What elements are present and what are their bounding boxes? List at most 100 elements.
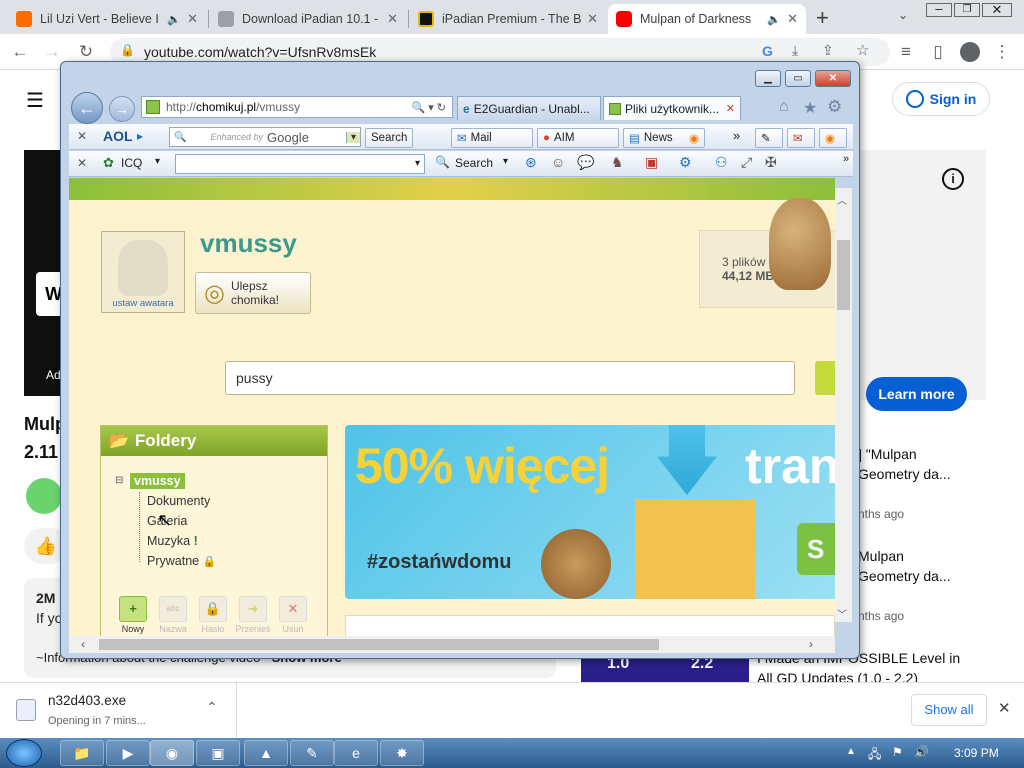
toolbar-tool-icon[interactable]: ✎ <box>755 128 783 148</box>
folder-item[interactable]: Muzyka ! <box>147 534 198 548</box>
ie-taskbar-icon[interactable]: e <box>334 740 378 766</box>
browser-tab-1[interactable]: Lil Uzi Vert - Believe I 🔈 ✕ <box>8 4 206 34</box>
more-chevron[interactable]: » <box>843 153 849 165</box>
search-input[interactable]: pussy <box>225 361 795 395</box>
aim-button[interactable]: ● AIM <box>537 128 619 148</box>
dropdown-arrow-icon[interactable]: ▾ <box>155 156 160 167</box>
menu-kebab-icon[interactable]: ⋮ <box>990 40 1014 64</box>
share-icon[interactable]: ⇪ <box>822 42 834 59</box>
chrome-taskbar-icon[interactable]: ◉ <box>150 740 194 766</box>
close-icon[interactable]: ✕ <box>998 699 1011 717</box>
app-taskbar-icon[interactable]: ▣ <box>196 740 240 766</box>
toolbar-mail-icon[interactable]: ✉ <box>787 128 815 148</box>
ie-window[interactable]: ▁ ▭ ✕ ← → http://chomikuj.pl/vmussy 🔍 ▾ … <box>60 61 860 659</box>
gift-icon[interactable]: ▣ <box>645 154 658 171</box>
folder-root[interactable]: vmussy <box>130 473 185 489</box>
promo-banner[interactable]: 50% więcej tran #zostańwdomu S <box>345 425 835 599</box>
recommended-item-2[interactable]: Mulpan Geometry da... nths ago <box>858 546 951 626</box>
ie-minimize-button[interactable]: ▁ <box>755 70 781 87</box>
scroll-right-icon[interactable]: › <box>809 637 813 651</box>
tree-collapse-icon[interactable]: ⊟ <box>115 475 123 486</box>
search-icon[interactable]: 🔍 ▾ ↻ <box>411 101 452 114</box>
set-avatar-link[interactable]: ustaw awatara <box>102 298 184 309</box>
compass-icon[interactable]: ⊛ <box>525 154 537 171</box>
google-search-input[interactable]: 🔍 Enhanced by Google ▾ <box>169 127 361 147</box>
more-chevron[interactable]: » <box>733 128 740 143</box>
show-all-button[interactable]: Show all <box>911 694 987 726</box>
aol-search-button[interactable]: Search <box>365 128 414 148</box>
network-icon[interactable]: 🖧 <box>868 745 881 766</box>
new-tab-button[interactable]: + <box>816 5 829 31</box>
app-taskbar-icon[interactable]: ▲ <box>244 740 288 766</box>
tools-icon[interactable]: ⚙ <box>679 154 692 171</box>
explorer-taskbar-icon[interactable]: 📁 <box>60 740 104 766</box>
start-button[interactable] <box>6 739 42 767</box>
close-icon[interactable]: ✕ <box>587 11 598 27</box>
tab-search-icon[interactable]: ⌄ <box>898 8 908 22</box>
close-icon[interactable]: ✕ <box>387 11 398 27</box>
news-button[interactable]: ▤ News ◉ <box>623 128 705 148</box>
delete-x-icon[interactable]: ✕ <box>279 596 307 622</box>
vertical-scrollbar[interactable]: ︿ ﹀ <box>835 188 852 622</box>
home-icon[interactable]: ⌂ <box>779 98 789 116</box>
scroll-thumb[interactable] <box>837 240 850 310</box>
media-control-icon[interactable]: ≡ <box>894 40 918 64</box>
app-taskbar-icon[interactable]: ✎ <box>290 740 334 766</box>
upgrade-chomik-button[interactable]: ◎ Ulepsz chomika! <box>195 272 311 314</box>
games-icon[interactable]: ♞ <box>611 154 624 171</box>
browser-tab-3[interactable]: iPadian Premium - The Be ✕ <box>410 4 606 34</box>
resize-icon[interactable]: ⤢ <box>741 154 752 171</box>
bookmark-star-icon[interactable]: ☆ <box>856 41 869 59</box>
rec-thumbnail[interactable]: 1.0 2.2 <box>581 655 749 682</box>
maximize-button[interactable]: ❐ <box>954 3 980 17</box>
password-lock-icon[interactable]: 🔒 <box>199 596 227 622</box>
scroll-down-icon[interactable]: ﹀ <box>837 606 847 621</box>
dropdown-arrow-icon[interactable]: ▾ <box>345 131 360 143</box>
minimize-button[interactable]: – <box>926 2 952 17</box>
ie-back-button[interactable]: ← <box>71 92 103 124</box>
speaker-icon[interactable]: 🔈 <box>167 13 181 26</box>
favorites-star-icon[interactable]: ★ <box>803 98 817 118</box>
mail-button[interactable]: ✉ Mail <box>451 128 533 148</box>
ie-close-button[interactable]: ✕ <box>815 70 851 87</box>
close-icon[interactable]: ✕ <box>726 102 735 115</box>
forward-arrow-icon[interactable]: → <box>40 40 64 64</box>
media-player-taskbar-icon[interactable]: ▶ <box>106 740 150 766</box>
ie-forward-button[interactable]: → <box>109 96 135 122</box>
dropdown-arrow-icon[interactable]: ▾ <box>415 158 420 169</box>
dropdown-arrow-icon[interactable]: ▾ <box>503 156 508 167</box>
clock[interactable]: 3:09 PM <box>954 746 999 760</box>
chat-icon[interactable]: 💬 <box>577 154 594 171</box>
close-icon[interactable]: ✕ <box>77 156 87 170</box>
folder-item[interactable]: Prywatne 🔒 <box>147 554 216 568</box>
chevron-up-icon[interactable]: ⌃ <box>206 699 218 716</box>
move-arrow-icon[interactable]: ➜ <box>239 596 267 622</box>
icq-search-button[interactable]: Search <box>455 156 493 170</box>
banner-cta-button[interactable]: S <box>797 523 835 575</box>
new-folder-icon[interactable]: + <box>119 596 147 622</box>
install-icon[interactable]: ⤓ <box>792 42 798 59</box>
app-taskbar-icon[interactable]: ✸ <box>380 740 424 766</box>
icq-label[interactable]: ICQ <box>121 156 142 170</box>
ie-address-bar[interactable]: http://chomikuj.pl/vmussy 🔍 ▾ ↻ <box>141 96 453 118</box>
close-icon[interactable]: ✕ <box>787 11 798 27</box>
folder-item[interactable]: Dokumenty <box>147 494 210 508</box>
close-icon[interactable]: ✕ <box>187 11 198 27</box>
info-icon[interactable]: i <box>942 168 964 190</box>
users-icon[interactable]: ⚇ <box>715 154 728 171</box>
google-g-icon[interactable]: G <box>762 43 773 59</box>
learn-more-button[interactable]: Learn more <box>866 377 967 411</box>
close-icon[interactable]: ✕ <box>77 129 87 143</box>
scroll-left-icon[interactable]: ‹ <box>81 637 85 651</box>
browser-tab-active[interactable]: Mulpan of Darkness 🔈 ✕ <box>608 4 806 34</box>
horizontal-scrollbar[interactable]: ‹ › <box>69 636 835 653</box>
hamburger-menu-icon[interactable]: ☰ <box>26 88 44 113</box>
flag-icon[interactable]: ⚑ <box>892 745 903 759</box>
browser-tab-2[interactable]: Download iPadian 10.1 - ✕ <box>210 4 406 34</box>
tools-gear-icon[interactable]: ⚙ <box>827 97 842 117</box>
tray-arrow-icon[interactable]: ▲ <box>846 746 856 757</box>
back-arrow-icon[interactable]: ← <box>8 40 32 64</box>
ie-tab-active[interactable]: Pliki użytkownik... ✕ <box>603 96 741 120</box>
download-filename[interactable]: n32d403.exe <box>48 693 126 708</box>
toolbar-rss-icon[interactable]: ◉ <box>819 128 847 148</box>
